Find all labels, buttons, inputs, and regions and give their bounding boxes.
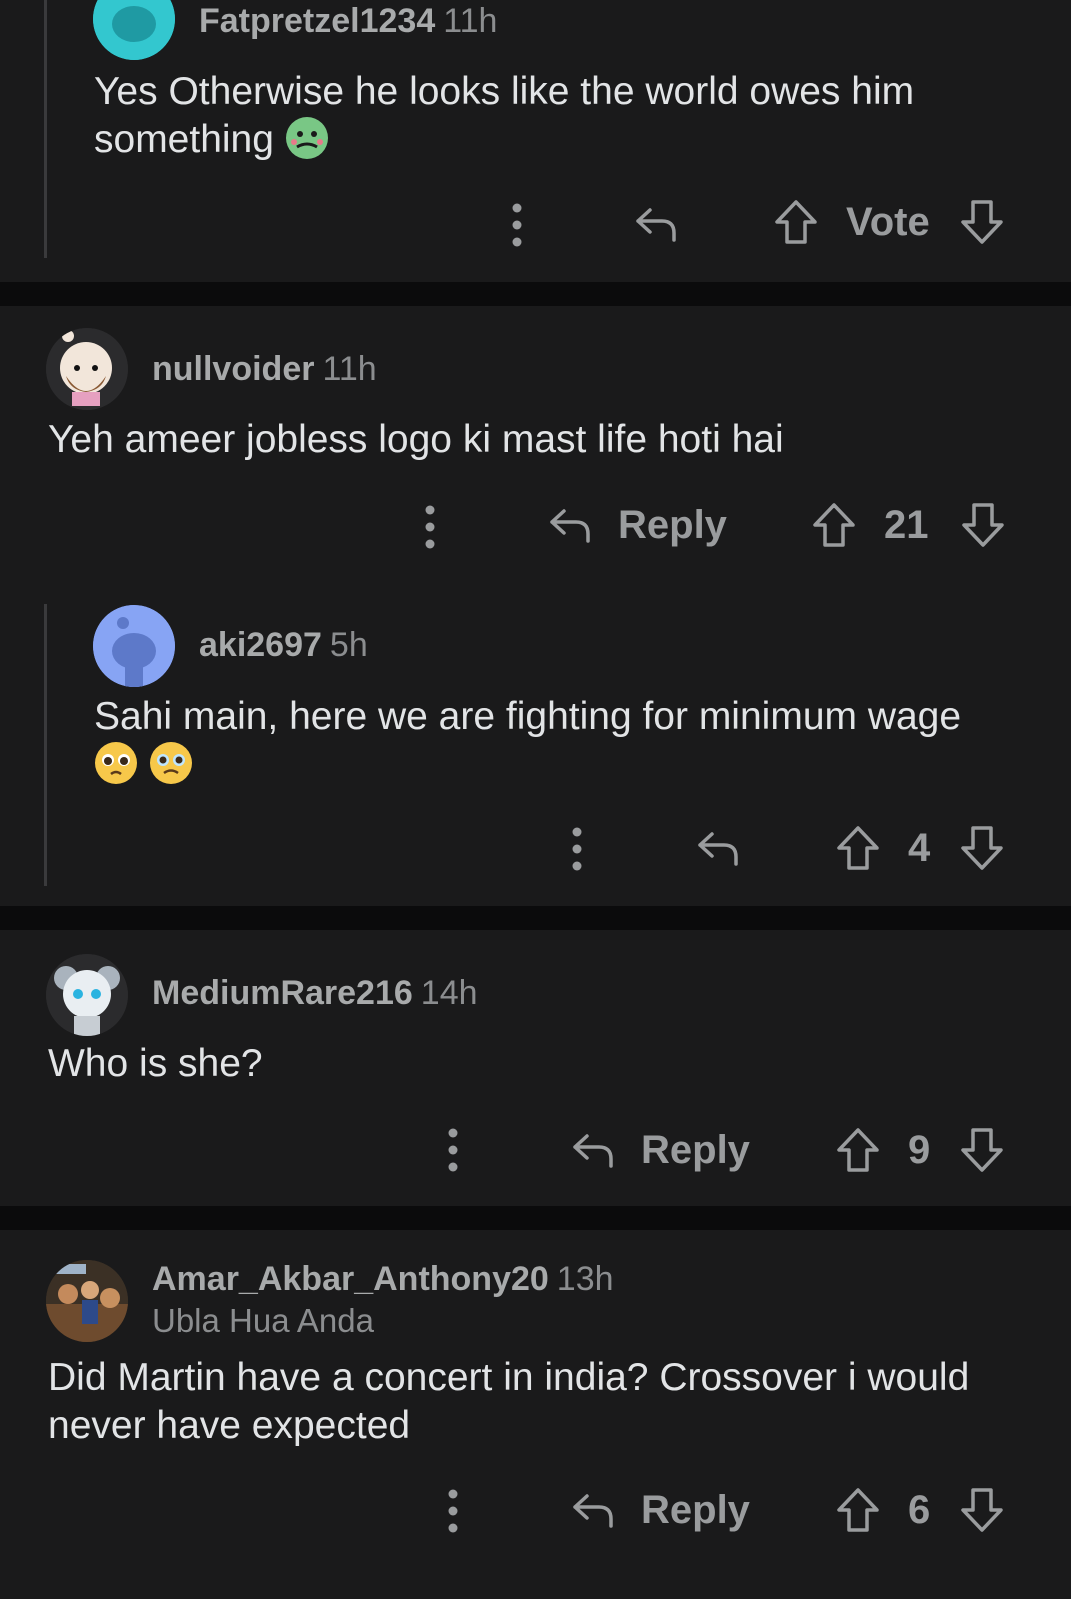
vote-score: 9 — [908, 1127, 931, 1172]
reply-button[interactable] — [694, 824, 742, 872]
timestamp: 5h — [329, 626, 368, 664]
comment-body: Yeh ameer jobless logo ki mast life hoti… — [48, 416, 1038, 464]
reply-arrow-icon — [569, 1126, 617, 1174]
username[interactable]: MediumRare216 — [152, 974, 413, 1012]
reply-arrow-icon — [694, 824, 742, 872]
more-options-button[interactable] — [507, 200, 527, 250]
comment-body: Sahi main, here we are fighting for mini… — [94, 693, 1034, 789]
reply-label: Reply — [641, 1127, 750, 1172]
vote-score: Vote — [846, 199, 930, 244]
username[interactable]: Fatpretzel1234 — [199, 2, 435, 40]
vote-score: 6 — [908, 1487, 931, 1532]
comment-meta: Amar_Akbar_Anthony20 13h — [152, 1260, 614, 1299]
reply-arrow-icon — [569, 1486, 617, 1534]
comment-meta: Fatpretzel1234 11h — [199, 2, 497, 41]
comment-mediumrare216: MediumRare216 14h Who is she? Reply 9 — [0, 930, 1071, 1206]
comment-nullvoider: nullvoider 11h Yeh ameer jobless logo ki … — [0, 306, 1071, 906]
comment-amar-akbar-anthony20: Amar_Akbar_Anthony20 13h Ubla Hua Anda Di… — [0, 1230, 1071, 1599]
more-options-button[interactable] — [420, 502, 440, 552]
vertical-dots-icon — [443, 1125, 463, 1175]
avatar[interactable] — [93, 0, 175, 60]
comment-text: Sahi main, here we are fighting for mini… — [94, 695, 962, 738]
reply-button[interactable]: Reply — [546, 501, 727, 549]
username[interactable]: Amar_Akbar_Anthony20 — [152, 1260, 549, 1298]
comment-body: Yes Otherwise he looks like the world ow… — [94, 68, 994, 164]
timestamp: 14h — [420, 974, 478, 1012]
timestamp: 11h — [443, 2, 498, 40]
avatar[interactable] — [46, 1260, 128, 1342]
comment-body: Who is she? — [48, 1040, 1038, 1088]
username[interactable]: nullvoider — [152, 350, 314, 388]
upvote-arrow-icon[interactable] — [834, 1126, 882, 1174]
more-options-button[interactable] — [443, 1486, 463, 1536]
comment-text: Did Martin have a concert in india? Cros… — [48, 1356, 970, 1447]
vote-controls: 6 — [834, 1486, 1006, 1534]
comment-meta: aki2697 5h — [199, 626, 368, 665]
reply-button[interactable] — [632, 200, 680, 248]
avatar[interactable] — [46, 954, 128, 1036]
username[interactable]: aki2697 — [199, 626, 322, 664]
upvote-arrow-icon[interactable] — [834, 1486, 882, 1534]
comment-text: Yes Otherwise he looks like the world ow… — [94, 70, 915, 161]
pleading-face-icon — [94, 741, 138, 785]
reply-arrow-icon — [546, 501, 594, 549]
comment-text: Yeh ameer jobless logo ki mast life hoti… — [48, 418, 784, 461]
comment-meta: nullvoider 11h — [152, 350, 377, 389]
vertical-dots-icon — [567, 824, 587, 874]
downvote-arrow-icon[interactable] — [958, 824, 1006, 872]
reply-arrow-icon — [632, 200, 680, 248]
reply-label: Reply — [641, 1487, 750, 1532]
vote-controls: Vote — [772, 198, 1006, 246]
comment-meta: MediumRare216 14h — [152, 974, 478, 1013]
downvote-arrow-icon[interactable] — [959, 501, 1007, 549]
vote-controls: 21 — [810, 501, 1007, 549]
avatar[interactable] — [93, 605, 175, 687]
comment-text: Who is she? — [48, 1042, 263, 1085]
reply-label: Reply — [618, 502, 727, 547]
holding-back-tears-face-icon — [149, 741, 193, 785]
vertical-dots-icon — [420, 502, 440, 552]
downvote-arrow-icon[interactable] — [958, 198, 1006, 246]
downvote-arrow-icon[interactable] — [958, 1486, 1006, 1534]
more-options-button[interactable] — [567, 824, 587, 874]
reply-button[interactable]: Reply — [569, 1126, 750, 1174]
vertical-dots-icon — [507, 200, 527, 250]
comment-fatpretzel1234: Fatpretzel1234 11h Yes Otherwise he looks… — [0, 0, 1071, 282]
upvote-arrow-icon[interactable] — [772, 198, 820, 246]
vote-score: 21 — [884, 502, 929, 547]
upvote-arrow-icon[interactable] — [834, 824, 882, 872]
nauseated-face-icon — [285, 116, 329, 160]
more-options-button[interactable] — [443, 1125, 463, 1175]
vote-controls: 4 — [834, 824, 1006, 872]
thread-line[interactable] — [44, 0, 47, 258]
avatar[interactable] — [46, 328, 128, 410]
upvote-arrow-icon[interactable] — [810, 501, 858, 549]
vote-controls: 9 — [834, 1126, 1006, 1174]
vertical-dots-icon — [443, 1486, 463, 1536]
reply-button[interactable]: Reply — [569, 1486, 750, 1534]
user-flair: Ubla Hua Anda — [152, 1302, 374, 1339]
timestamp: 11h — [322, 350, 377, 388]
vote-score: 4 — [908, 825, 931, 870]
thread-line[interactable] — [44, 604, 47, 886]
comment-body: Did Martin have a concert in india? Cros… — [48, 1354, 1038, 1450]
timestamp: 13h — [556, 1260, 614, 1298]
downvote-arrow-icon[interactable] — [958, 1126, 1006, 1174]
